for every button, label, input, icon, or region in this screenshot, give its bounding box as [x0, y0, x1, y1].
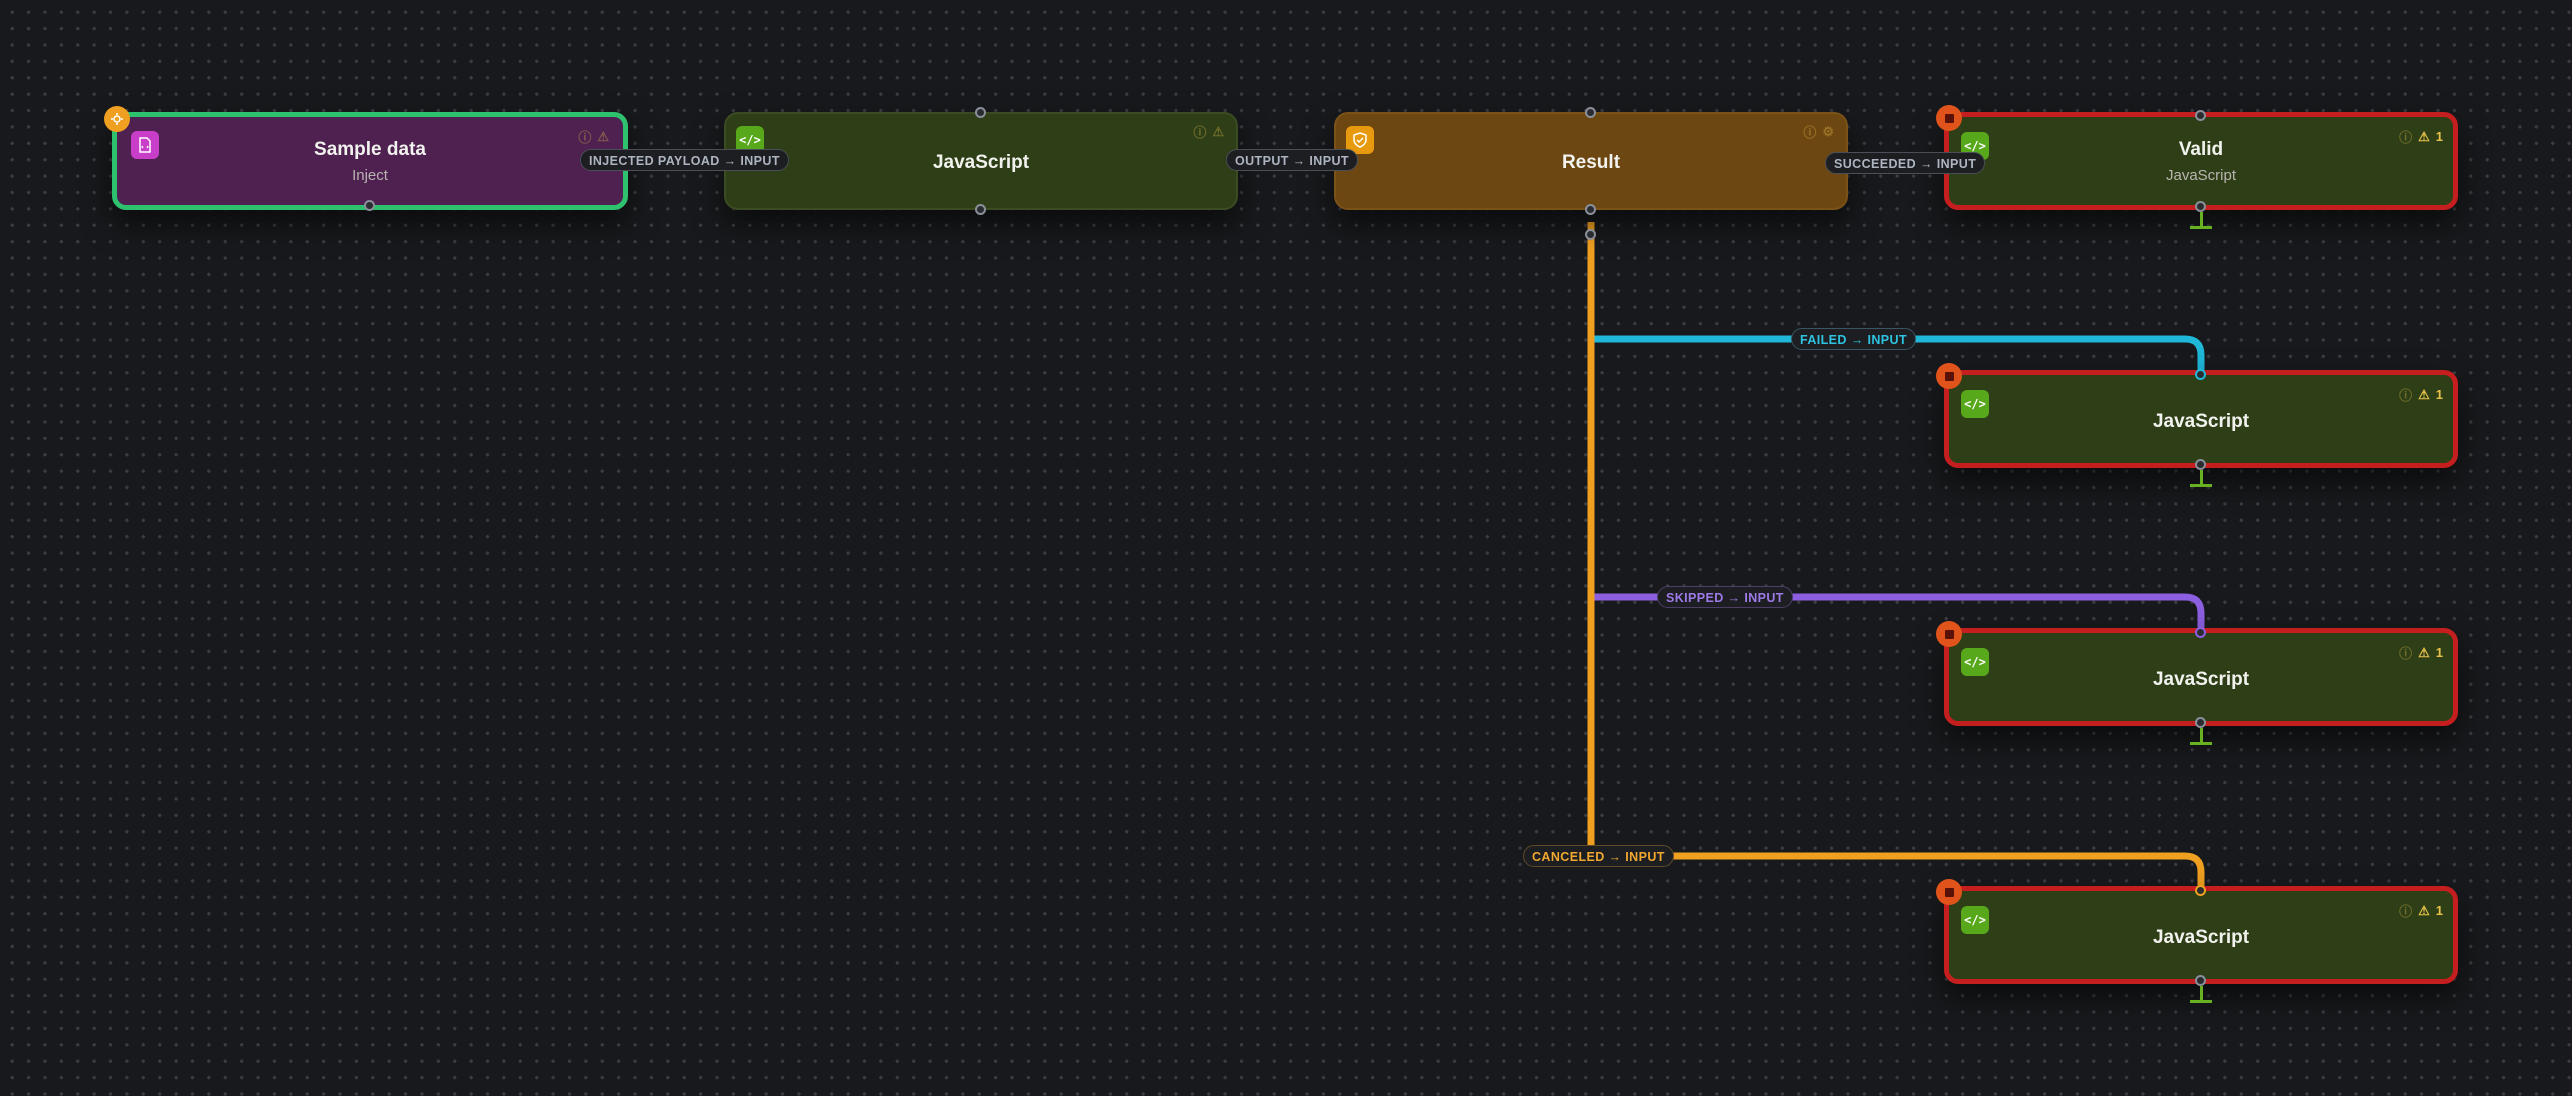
edge-label-failed[interactable]: FAILED → INPUT: [1791, 328, 1916, 350]
edge-label-succeeded[interactable]: SUCCEEDED → INPUT: [1825, 152, 1986, 174]
output-port[interactable]: [2195, 201, 2206, 212]
output-stub-base: [2190, 1000, 2212, 1003]
javascript-skipped-node[interactable]: </> JavaScript ⓘ ⚠ 1: [1944, 628, 2458, 726]
javascript-canceled-node[interactable]: </> JavaScript ⓘ ⚠ 1: [1944, 886, 2458, 984]
trigger-icon[interactable]: [104, 106, 130, 132]
stop-icon[interactable]: [1936, 363, 1962, 389]
node-subtitle: JavaScript: [2165, 167, 2237, 184]
node-subtitle: Inject: [352, 167, 388, 184]
output-port[interactable]: [1585, 204, 1596, 215]
input-port[interactable]: [975, 107, 986, 118]
javascript-node[interactable]: </> JavaScript ⓘ ⚠: [724, 112, 1238, 210]
output-port[interactable]: [2195, 459, 2206, 470]
node-title: Result: [1561, 152, 1621, 173]
node-status-icons: ⓘ ⚠ 1: [2399, 385, 2443, 404]
node-title: JavaScript: [2152, 411, 2250, 432]
input-port[interactable]: [2195, 885, 2206, 896]
info-icon: ⓘ: [2399, 646, 2413, 661]
warning-icon: ⚠: [2418, 644, 2430, 660]
warning-icon: ⚠: [597, 128, 609, 144]
input-port[interactable]: [2195, 369, 2206, 380]
warning-icon: ⚠: [2418, 128, 2430, 144]
node-status-icons: ⓘ ⚠: [1193, 122, 1224, 141]
node-status-icons: ⓘ ⚙: [1803, 122, 1834, 141]
sample-data-node[interactable]: Sample data Inject ⓘ ⚠: [112, 112, 628, 210]
output-port[interactable]: [975, 204, 986, 215]
output-stub-base: [2190, 742, 2212, 745]
gear-icon: ⚙: [1822, 123, 1834, 139]
workflow-canvas[interactable]: Sample data Inject ⓘ ⚠ </> JavaScript ⓘ …: [0, 0, 2572, 1096]
node-status-icons: ⓘ ⚠ 1: [2399, 643, 2443, 662]
info-icon: ⓘ: [578, 130, 592, 145]
result-node[interactable]: Result ⓘ ⚙: [1334, 112, 1848, 210]
node-title: Valid: [2178, 139, 2224, 160]
output-stub-base: [2190, 226, 2212, 229]
info-icon: ⓘ: [1803, 125, 1817, 140]
input-port[interactable]: [1585, 107, 1596, 118]
edge-label-skipped[interactable]: SKIPPED → INPUT: [1657, 586, 1793, 608]
stop-icon[interactable]: [1936, 879, 1962, 905]
info-icon: ⓘ: [2399, 130, 2413, 145]
warning-count: 1: [2435, 387, 2443, 402]
output-port[interactable]: [2195, 975, 2206, 986]
node-status-icons: ⓘ ⚠: [578, 127, 609, 146]
input-port[interactable]: [2195, 110, 2206, 121]
node-title: JavaScript: [932, 152, 1030, 173]
output-stub-base: [2190, 484, 2212, 487]
warning-count: 1: [2435, 903, 2443, 918]
node-title: JavaScript: [2152, 927, 2250, 948]
output-port[interactable]: [364, 200, 375, 211]
stop-icon[interactable]: [1936, 621, 1962, 647]
branch-port[interactable]: [1585, 229, 1596, 240]
edge-label-canceled[interactable]: CANCELED → INPUT: [1523, 845, 1674, 867]
javascript-failed-node[interactable]: </> JavaScript ⓘ ⚠ 1: [1944, 370, 2458, 468]
info-icon: ⓘ: [2399, 388, 2413, 403]
output-stub: [2200, 728, 2203, 742]
edge-label-output[interactable]: OUTPUT → INPUT: [1226, 149, 1358, 171]
warning-count: 1: [2435, 129, 2443, 144]
node-title: JavaScript: [2152, 669, 2250, 690]
valid-node[interactable]: </> Valid JavaScript ⓘ ⚠ 1: [1944, 112, 2458, 210]
output-stub: [2200, 470, 2203, 484]
warning-icon: ⚠: [2418, 902, 2430, 918]
input-port[interactable]: [2195, 627, 2206, 638]
warning-count: 1: [2435, 645, 2443, 660]
info-icon: ⓘ: [1193, 125, 1207, 140]
output-stub: [2200, 212, 2203, 226]
output-stub: [2200, 986, 2203, 1000]
node-title: Sample data: [314, 139, 426, 160]
node-status-icons: ⓘ ⚠ 1: [2399, 127, 2443, 146]
node-status-icons: ⓘ ⚠ 1: [2399, 901, 2443, 920]
info-icon: ⓘ: [2399, 904, 2413, 919]
warning-icon: ⚠: [2418, 386, 2430, 402]
stop-icon[interactable]: [1936, 105, 1962, 131]
output-port[interactable]: [2195, 717, 2206, 728]
edge-label-injected[interactable]: INJECTED PAYLOAD → INPUT: [580, 149, 789, 171]
warning-icon: ⚠: [1212, 123, 1224, 139]
